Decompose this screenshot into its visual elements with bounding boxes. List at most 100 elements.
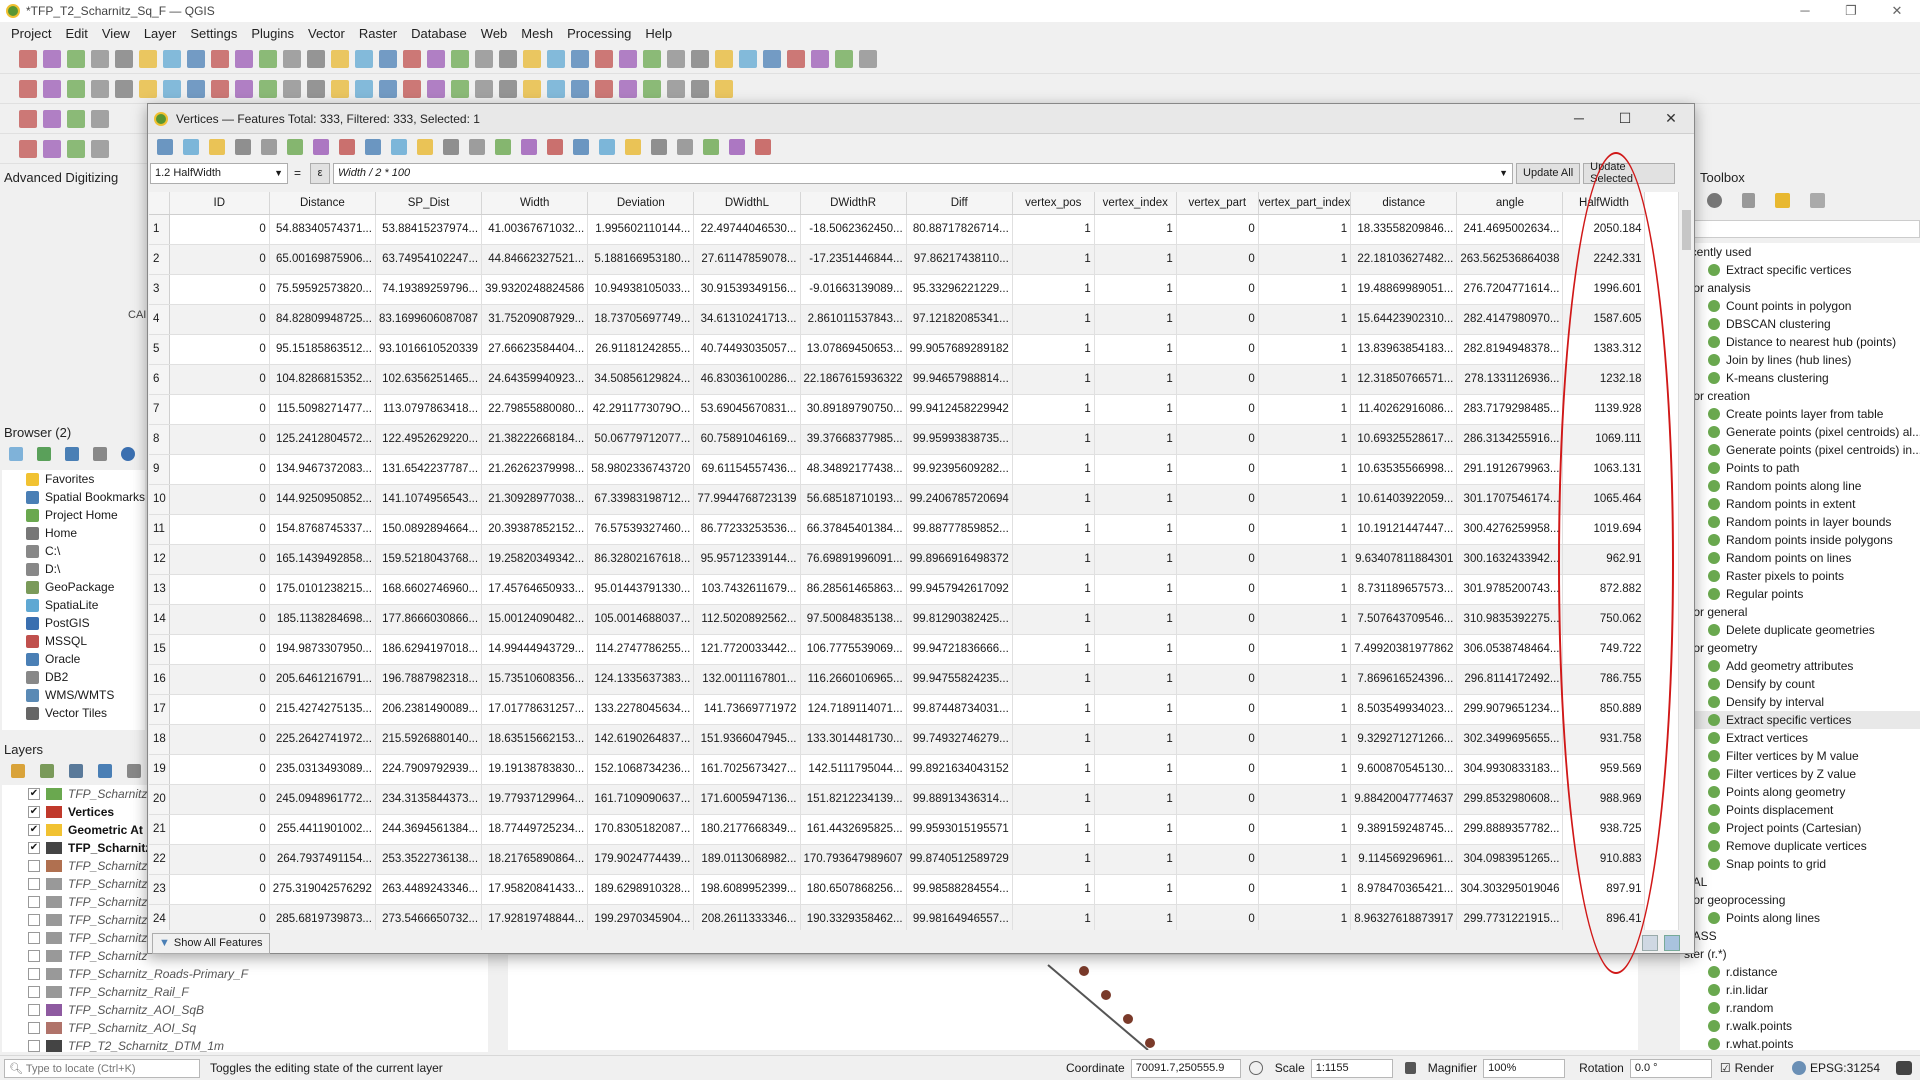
browser-item[interactable]: GeoPackage (2, 578, 145, 596)
table-cell[interactable]: 263.562536864038 (1456, 244, 1564, 275)
table-cell[interactable]: 1 (1258, 754, 1352, 785)
layer-visibility-checkbox[interactable] (28, 914, 40, 926)
filter-icon[interactable] (65, 447, 79, 461)
file-toolbar-tool-15-icon[interactable] (355, 49, 373, 68)
row-number[interactable]: 10 (149, 484, 170, 515)
table-cell[interactable]: 1 (1012, 814, 1095, 845)
table-cell[interactable]: -18.5062362450... (800, 214, 907, 245)
table-cell[interactable]: 18.33558209846... (1350, 214, 1458, 245)
menu-item-vector[interactable]: Vector (301, 26, 352, 41)
table-cell[interactable]: 1 (1094, 544, 1177, 575)
table-cell[interactable]: 0 (1176, 574, 1259, 605)
table-cell[interactable]: 0 (1176, 694, 1259, 725)
rotation-field[interactable]: 0.0 ° (1629, 1058, 1712, 1078)
deselect-all-icon[interactable] (469, 139, 485, 155)
table-cell[interactable]: 8.503549934023... (1350, 694, 1458, 725)
table-cell[interactable]: 0 (1176, 304, 1259, 335)
table-cell[interactable]: 15.73510608356... (481, 664, 589, 695)
table-cell[interactable]: 896.41 (1562, 904, 1646, 930)
toolbox-algorithm[interactable]: Regular points (1680, 585, 1920, 603)
table-cell[interactable]: 152.1068734236... (587, 754, 695, 785)
table-cell[interactable]: 1 (1012, 874, 1095, 905)
table-cell[interactable]: 97.86217438110... (906, 244, 1013, 275)
table-cell[interactable]: 0 (1176, 604, 1259, 635)
row-number[interactable]: 24 (149, 904, 170, 930)
table-cell[interactable]: 206.2381490089... (375, 694, 483, 725)
edit-toolbar-tool-24-icon[interactable] (571, 79, 589, 98)
toolbox-algorithm[interactable]: r.what.points (1680, 1035, 1920, 1053)
table-cell[interactable]: 18.73705697749... (587, 304, 695, 335)
table-row[interactable]: 3 0 75.59592573820... 74.19389259796... 39.9… (149, 274, 1646, 305)
table-cell[interactable]: 8.978470365421... (1350, 874, 1458, 905)
file-toolbar-tool-18-icon[interactable] (427, 49, 445, 68)
crs-button[interactable]: EPSG:31254 (1810, 1061, 1880, 1075)
browser-item[interactable]: Favorites (2, 470, 145, 488)
table-cell[interactable]: 1 (1012, 754, 1095, 785)
row-number[interactable]: 14 (149, 604, 170, 635)
toolbox-algorithm[interactable]: Random points along line (1680, 477, 1920, 495)
file-toolbar-tool-25-icon[interactable] (595, 49, 613, 68)
table-cell[interactable]: 99.2406785720694 (906, 484, 1013, 515)
table-cell[interactable]: 114.2747786255... (587, 634, 695, 665)
table-cell[interactable]: 66.37845401384... (800, 514, 907, 545)
table-cell[interactable]: 1019.694 (1562, 514, 1646, 545)
file-toolbar-tool-3-icon[interactable] (67, 49, 85, 68)
table-cell[interactable]: 1 (1094, 364, 1177, 395)
row-number[interactable]: 20 (149, 784, 170, 815)
table-cell[interactable]: 97.12182085341... (906, 304, 1013, 335)
table-cell[interactable]: 1 (1094, 604, 1177, 635)
table-cell[interactable]: 0 (1176, 724, 1259, 755)
table-cell[interactable]: 0 (1176, 274, 1259, 305)
table-cell[interactable]: 99.98588284554... (906, 874, 1013, 905)
toolbox-algorithm[interactable]: Generate points (pixel centroids) al... (1680, 423, 1920, 441)
table-cell[interactable]: 959.569 (1562, 754, 1646, 785)
table-cell[interactable]: 1 (1012, 634, 1095, 665)
layer-visibility-checkbox[interactable] (28, 1022, 40, 1034)
table-cell[interactable]: 750.062 (1562, 604, 1646, 635)
row-number[interactable]: 15 (149, 634, 170, 665)
table-view-icon[interactable] (1664, 935, 1680, 951)
table-cell[interactable]: 1 (1094, 244, 1177, 275)
row-number[interactable]: 16 (149, 664, 170, 695)
table-cell[interactable]: 7.49920381977862 (1350, 634, 1458, 665)
table-cell[interactable]: 133.2278045634... (587, 694, 695, 725)
table-cell[interactable]: 194.9873307950... (269, 634, 376, 665)
edit-toolbar-tool-20-icon[interactable] (475, 79, 493, 98)
toolbox-algorithm[interactable]: Points along lines (1680, 909, 1920, 927)
toolbox-group[interactable]: ctor analysis (1680, 279, 1920, 297)
table-cell[interactable]: 215.4274275135... (269, 694, 376, 725)
map-canvas[interactable] (508, 955, 1638, 1051)
menu-item-edit[interactable]: Edit (58, 26, 94, 41)
table-cell[interactable]: 224.7909792939... (375, 754, 483, 785)
table-cell[interactable]: 95.33296221229... (906, 274, 1013, 305)
table-cell[interactable]: 177.8666030866... (375, 604, 483, 635)
table-cell[interactable]: 1 (1258, 544, 1352, 575)
layer-item[interactable]: TFP_T2_Scharnitz_DTM_1m (2, 1037, 488, 1055)
layer-visibility-checkbox[interactable] (28, 986, 40, 998)
row-number[interactable]: 17 (149, 694, 170, 725)
row-number[interactable]: 13 (149, 574, 170, 605)
expression-builder-button[interactable]: ε (310, 162, 331, 184)
table-cell[interactable]: 0 (169, 334, 270, 365)
table-cell[interactable]: 99.94721836666... (906, 634, 1013, 665)
table-cell[interactable]: 18.77449725234... (481, 814, 589, 845)
table-cell[interactable]: 1 (1094, 454, 1177, 485)
table-cell[interactable]: 1 (1258, 694, 1352, 725)
edit-toolbar-tool-27-icon[interactable] (643, 79, 661, 98)
table-cell[interactable]: 27.66623584404... (481, 334, 589, 365)
table-cell[interactable]: 116.2660106965... (800, 664, 907, 695)
edit-toolbar-tool-12-icon[interactable] (283, 79, 301, 98)
file-toolbar-tool-27-icon[interactable] (643, 49, 661, 68)
browser-item[interactable]: DB2 (2, 668, 145, 686)
delete-field-icon[interactable] (625, 139, 641, 155)
table-cell[interactable]: 40.74493035057... (693, 334, 801, 365)
table-cell[interactable]: 15.64423902310... (1350, 304, 1458, 335)
table-cell[interactable]: 189.6298910328... (587, 874, 695, 905)
table-cell[interactable]: 1 (1258, 724, 1352, 755)
browser-item[interactable]: Oracle (2, 650, 145, 668)
file-toolbar-tool-7-icon[interactable] (163, 49, 181, 68)
results-viewer-icon[interactable] (1742, 193, 1755, 208)
layer-item[interactable]: TFP_Scharnitz_AOI_Sq (2, 1019, 488, 1037)
table-cell[interactable]: 105.0014688037... (587, 604, 695, 635)
edit-toolbar-tool-17-icon[interactable] (403, 79, 421, 98)
